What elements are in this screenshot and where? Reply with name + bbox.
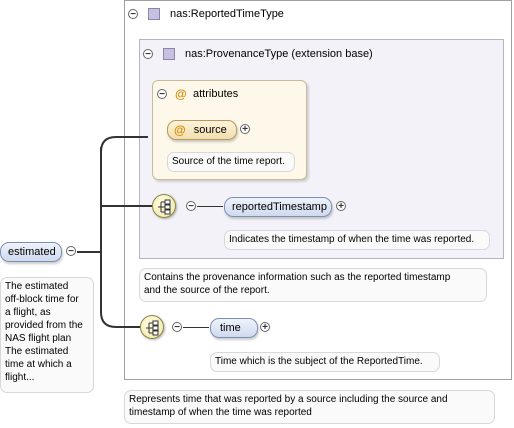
connector-curves — [100, 136, 148, 328]
attributes-title: attributes — [193, 88, 239, 100]
expand-toggle-icon[interactable]: + — [240, 124, 250, 135]
doc-line: time at which a — [5, 359, 72, 370]
attribute-at-icon: @ — [174, 123, 186, 137]
connector-line — [183, 327, 209, 328]
estimated-label: estimated — [8, 246, 56, 258]
collapse-toggle-icon[interactable]: − — [128, 9, 138, 20]
doc-line: off-block time for — [5, 294, 79, 305]
attribute-at-icon: @ — [175, 87, 187, 101]
reported-timestamp-element[interactable]: reportedTimestamp — [224, 197, 332, 217]
doc-line: provided from the — [5, 320, 83, 331]
collapse-toggle-icon[interactable]: − — [143, 49, 153, 60]
doc-line: Represents time that was reported by a s… — [129, 394, 448, 405]
doc-line: and the source of the report. — [144, 285, 270, 296]
source-attribute-doc: Source of the time report. — [167, 152, 295, 172]
connector-line — [197, 206, 223, 207]
provenance-type-title: nas:ProvenanceType (extension base) — [185, 48, 373, 60]
doc-line: flight... — [5, 372, 35, 383]
doc-line: Contains the provenance information such… — [144, 272, 451, 283]
complex-type-icon — [148, 8, 160, 20]
provenance-type-doc: Contains the provenance information such… — [139, 268, 487, 302]
expand-toggle-icon[interactable]: + — [260, 322, 270, 333]
time-element[interactable]: time — [210, 318, 258, 338]
doc-line: NAS flight plan — [5, 333, 72, 344]
expand-toggle-icon[interactable]: + — [336, 201, 346, 212]
doc-line: timestamp of when the time was reported — [129, 407, 312, 418]
source-attribute-label: source — [193, 124, 227, 136]
estimated-element[interactable]: estimated — [0, 242, 62, 262]
collapse-toggle-icon[interactable]: − — [186, 201, 196, 212]
time-label: time — [220, 322, 241, 334]
doc-line: The estimated — [5, 281, 69, 292]
reported-time-type-title: nas:ReportedTimeType — [170, 8, 284, 20]
collapse-toggle-icon[interactable]: − — [157, 89, 167, 100]
doc-line: The estimated — [5, 346, 69, 357]
reported-timestamp-label: reportedTimestamp — [232, 201, 327, 213]
collapse-toggle-icon[interactable]: − — [66, 246, 76, 257]
source-attribute-pill[interactable]: @ source — [167, 120, 237, 140]
complex-type-icon — [163, 48, 175, 60]
estimated-doc: The estimated off-block time for a fligh… — [0, 277, 94, 393]
time-doc: Time which is the subject of the Reporte… — [210, 352, 440, 372]
collapse-toggle-icon[interactable]: − — [172, 322, 182, 333]
reported-time-type-doc: Represents time that was reported by a s… — [124, 390, 495, 424]
reported-timestamp-doc: Indicates the timestamp of when the time… — [224, 230, 490, 250]
doc-line: a flight, as — [5, 307, 51, 318]
connector-line — [102, 205, 152, 207]
